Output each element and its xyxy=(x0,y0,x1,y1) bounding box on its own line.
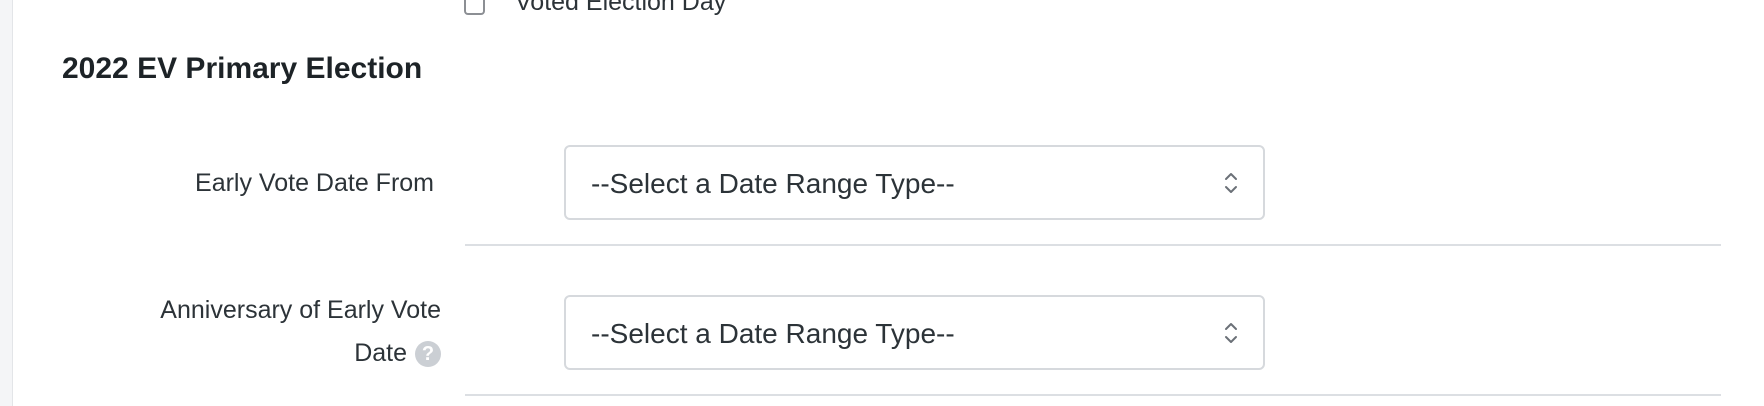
select-chevrons-icon xyxy=(1225,323,1237,343)
field-divider xyxy=(465,394,1721,396)
voted-election-day-checkbox[interactable] xyxy=(464,0,485,15)
field-label-line-2: Date? xyxy=(41,332,441,375)
select-value: --Select a Date Range Type-- xyxy=(591,168,955,199)
field-label-text: Early Vote Date From xyxy=(195,169,434,197)
select-value: --Select a Date Range Type-- xyxy=(591,318,955,349)
field-label-text: Date xyxy=(354,339,407,367)
early-vote-date-from-select[interactable]: --Select a Date Range Type-- xyxy=(564,145,1265,220)
voted-election-day-label: Voted Election Day xyxy=(515,0,727,16)
select-chevrons-icon xyxy=(1225,173,1237,193)
anniversary-early-vote-date-label: Anniversary of Early Vote Date? xyxy=(41,289,441,375)
early-vote-date-from-label: Early Vote Date From xyxy=(54,162,434,205)
left-rail xyxy=(0,0,13,406)
field-divider xyxy=(465,244,1721,246)
anniversary-early-vote-date-select[interactable]: --Select a Date Range Type-- xyxy=(564,295,1265,370)
question-icon[interactable]: ? xyxy=(415,341,441,367)
section-title: 2022 EV Primary Election xyxy=(62,52,423,85)
field-label-line-1: Anniversary of Early Vote xyxy=(160,296,441,324)
